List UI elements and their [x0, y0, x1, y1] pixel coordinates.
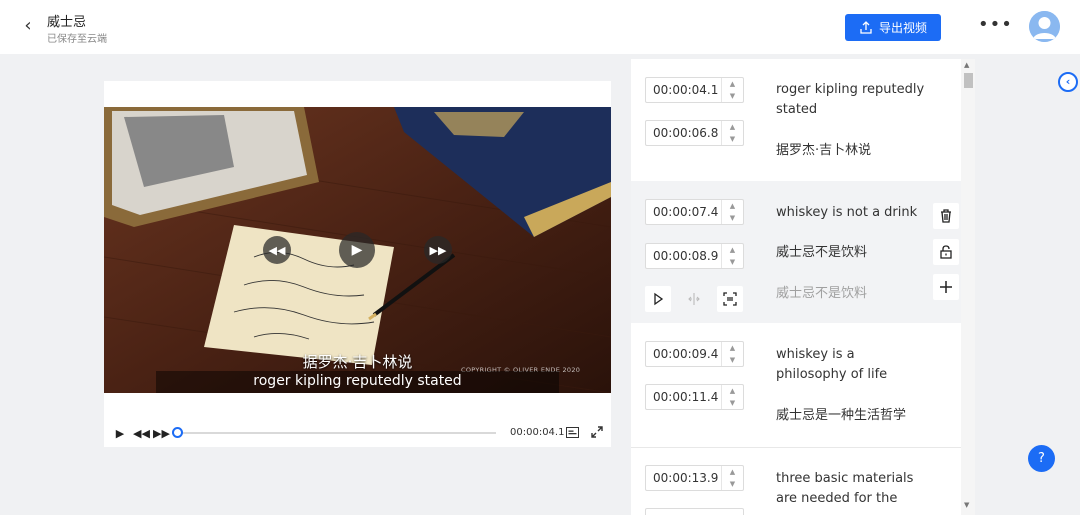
- export-video-button[interactable]: 导出视频: [845, 14, 941, 41]
- subtitle-text-en[interactable]: roger kipling reputedly stated: [776, 80, 926, 120]
- increase-icon[interactable]: ▲: [722, 200, 743, 212]
- more-options-icon[interactable]: •••: [978, 12, 1012, 38]
- scroll-up-icon[interactable]: ▲: [964, 61, 969, 69]
- trash-icon: [941, 209, 951, 223]
- fullscreen-icon[interactable]: [591, 426, 603, 438]
- end-time-field[interactable]: [645, 508, 744, 515]
- play-icon[interactable]: ▶: [113, 427, 127, 440]
- end-time-field[interactable]: 00:00:06.8 ▲ ▼: [645, 120, 744, 146]
- decrease-icon[interactable]: ▼: [722, 478, 743, 490]
- play-icon: [654, 292, 664, 306]
- increase-icon[interactable]: ▲: [722, 342, 743, 354]
- export-video-label: 导出视频: [878, 21, 927, 35]
- help-icon[interactable]: ?: [1028, 445, 1055, 472]
- focus-frame-icon: [723, 292, 737, 306]
- subtitle-text-ghost: 威士忌不是饮料: [776, 286, 868, 301]
- avatar[interactable]: [1029, 11, 1060, 42]
- video-subtitle-zh: 据罗杰·吉卜林说: [302, 353, 413, 371]
- decrease-icon[interactable]: ▼: [722, 133, 743, 145]
- increase-icon[interactable]: ▲: [722, 121, 743, 133]
- decrease-icon[interactable]: ▼: [722, 90, 743, 102]
- forward-overlay-button[interactable]: ▶▶: [424, 236, 452, 264]
- progress-knob[interactable]: [172, 427, 183, 438]
- subtitle-text-en[interactable]: whiskey is not a drink: [776, 203, 926, 223]
- document-title: 威士忌: [47, 15, 87, 30]
- split-button[interactable]: [681, 286, 707, 312]
- decrease-icon[interactable]: ▼: [722, 256, 743, 268]
- video-frame[interactable]: ◀◀ ▶ ▶▶ COPYRIGHT © OLIVER ENDE 2020 据罗杰…: [104, 107, 611, 393]
- export-icon: [860, 20, 872, 34]
- subtitle-text-zh[interactable]: 据罗杰·吉卜林说: [776, 141, 926, 161]
- end-time-field[interactable]: 00:00:08.9 ▲ ▼: [645, 243, 744, 269]
- user-avatar-icon: [1029, 11, 1060, 42]
- top-header: ‹ 威士忌 已保存至云端 导出视频 •••: [0, 0, 1080, 54]
- subtitle-list: 00:00:04.1 ▲ ▼ 00:00:06.8 ▲ ▼ roger kiplin…: [631, 59, 961, 515]
- progress-track[interactable]: [172, 432, 496, 434]
- plus-icon: [940, 281, 952, 293]
- start-time-field[interactable]: 00:00:04.1 ▲ ▼: [645, 77, 744, 103]
- video-player: ◀◀ ▶ ▶▶ COPYRIGHT © OLIVER ENDE 2020 据罗杰…: [104, 81, 611, 447]
- start-time-field[interactable]: 00:00:13.9 ▲ ▼: [645, 465, 744, 491]
- list-item[interactable]: 00:00:13.9 ▲ ▼ three basic materials are …: [631, 447, 961, 515]
- list-item-active[interactable]: 00:00:07.4 ▲ ▼ 00:00:08.9 ▲ ▼ whiskey is n…: [631, 181, 961, 323]
- collapse-panel-icon[interactable]: ‹: [1058, 72, 1078, 92]
- subtitle-text-en[interactable]: three basic materials are needed for the: [776, 469, 926, 509]
- rewind-icon[interactable]: ◀◀: [133, 427, 150, 440]
- split-icon: [688, 293, 700, 305]
- current-time: 00:00:04.1: [510, 427, 565, 438]
- back-icon[interactable]: ‹: [18, 16, 38, 36]
- lock-button[interactable]: [933, 239, 959, 265]
- save-status: 已保存至云端: [47, 34, 107, 45]
- list-scrollbar[interactable]: ▲ ▼: [961, 59, 975, 515]
- subtitle-toggle-icon[interactable]: [566, 427, 579, 438]
- video-subtitle-en: roger kipling reputedly stated: [253, 373, 462, 389]
- end-time-field[interactable]: 00:00:11.4 ▲ ▼: [645, 384, 744, 410]
- add-button[interactable]: [933, 274, 959, 300]
- decrease-icon[interactable]: ▼: [722, 397, 743, 409]
- list-item[interactable]: 00:00:09.4 ▲ ▼ 00:00:11.4 ▲ ▼ whiskey is a…: [631, 323, 961, 447]
- play-segment-button[interactable]: [645, 286, 671, 312]
- increase-icon[interactable]: ▲: [722, 466, 743, 478]
- scroll-down-icon[interactable]: ▼: [964, 501, 969, 509]
- start-time-field[interactable]: 00:00:09.4 ▲ ▼: [645, 341, 744, 367]
- player-controls: ▶ ◀◀ ▶▶ 00:00:04.1: [104, 419, 611, 447]
- subtitle-text-zh[interactable]: 威士忌不是饮料: [776, 243, 926, 263]
- fast-forward-icon[interactable]: ▶▶: [153, 427, 170, 440]
- delete-button[interactable]: [933, 203, 959, 229]
- list-item[interactable]: 00:00:04.1 ▲ ▼ 00:00:06.8 ▲ ▼ roger kiplin…: [631, 59, 961, 181]
- decrease-icon[interactable]: ▼: [722, 354, 743, 366]
- increase-icon[interactable]: ▲: [722, 244, 743, 256]
- increase-icon[interactable]: ▲: [722, 385, 743, 397]
- subtitle-text-zh[interactable]: 威士忌是一种生活哲学: [776, 406, 926, 426]
- focus-button[interactable]: [717, 286, 743, 312]
- rewind-overlay-button[interactable]: ◀◀: [263, 236, 291, 264]
- play-overlay-button[interactable]: ▶: [339, 232, 375, 268]
- start-time-field[interactable]: 00:00:07.4 ▲ ▼: [645, 199, 744, 225]
- decrease-icon[interactable]: ▼: [722, 212, 743, 224]
- increase-icon[interactable]: ▲: [722, 78, 743, 90]
- scroll-thumb[interactable]: [964, 73, 973, 88]
- subtitle-text-en[interactable]: whiskey is a philosophy of life: [776, 345, 926, 385]
- unlock-icon: [940, 245, 952, 259]
